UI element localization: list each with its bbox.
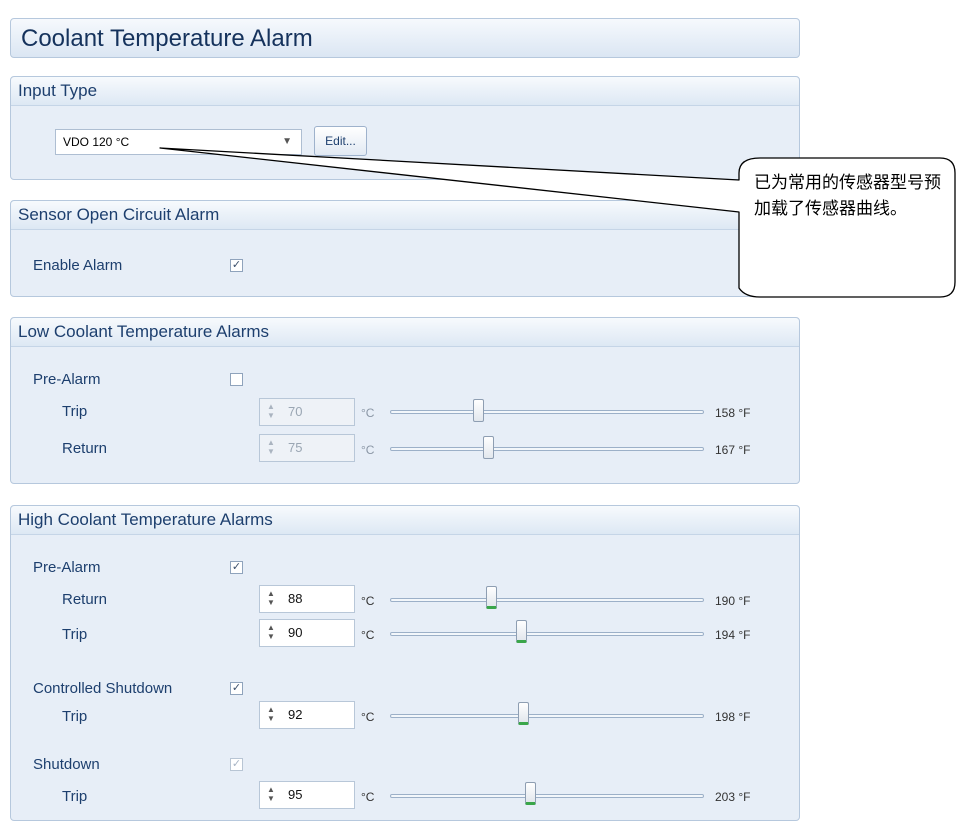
- callout-text: 已为常用的传感器型号预加载了传感器曲线。: [754, 173, 941, 219]
- callout-bubble: [159, 147, 956, 298]
